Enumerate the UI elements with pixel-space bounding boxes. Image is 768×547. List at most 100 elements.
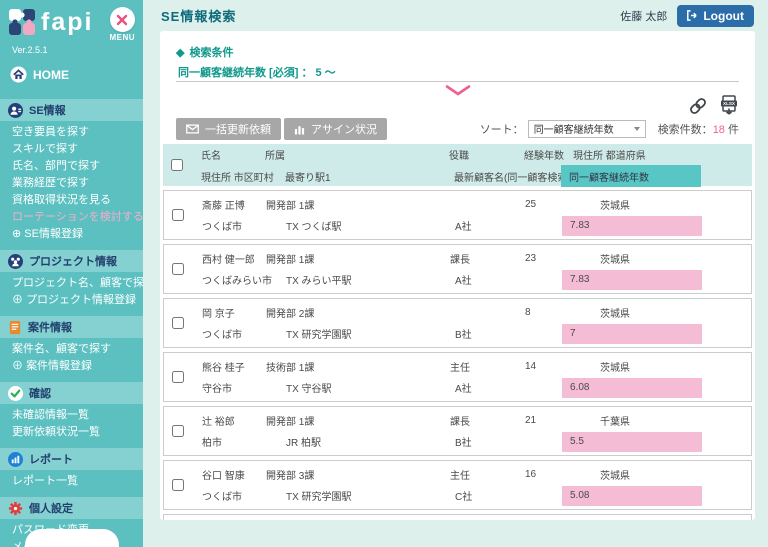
table-row[interactable]: 斎藤 正博開発部 1課25茨城県つくば市TX つくば駅A社7.83 xyxy=(163,190,752,240)
app-logo[interactable]: fapi xyxy=(8,7,93,37)
row-checkbox[interactable] xyxy=(172,425,184,437)
row-station: TX 研究学園駅 xyxy=(282,326,451,341)
select-all-checkbox[interactable] xyxy=(171,159,183,171)
row-cont-years: 5.5 xyxy=(562,432,702,452)
row-station: TX つくば駅 xyxy=(282,218,451,233)
sidebar-section-confirm[interactable]: 確認 xyxy=(0,382,143,404)
sidebar-item[interactable]: 業務経歴で探す xyxy=(0,175,143,192)
row-station: TX 研究学園駅 xyxy=(282,488,451,503)
row-cont-years: 7.83 xyxy=(562,270,702,290)
row-station: JR 柏駅 xyxy=(282,434,451,449)
row-role: 主任 xyxy=(446,359,521,374)
caret-down-icon xyxy=(634,127,640,131)
header-dept: 所属 xyxy=(261,147,445,162)
sidebar-item[interactable]: プロジェクト名、顧客で探す xyxy=(0,275,143,292)
sidebar-section-label: 案件情報 xyxy=(28,319,72,335)
table-row[interactable]: 岡 京子開発部 2課8茨城県つくば市TX 研究学園駅B社7 xyxy=(163,298,752,348)
row-city: 柏市 xyxy=(198,434,282,449)
row-dept: 開発部 1課 xyxy=(262,251,446,266)
sidebar-bottom-button[interactable] xyxy=(25,529,119,547)
sidebar-item[interactable]: 案件名、顧客で探す xyxy=(0,341,143,358)
bulk-update-label: 一括更新依頼 xyxy=(205,121,271,137)
logout-label: Logout xyxy=(703,9,744,23)
sidebar-item[interactable]: 更新依頼状況一覧 xyxy=(0,424,143,441)
sidebar-item[interactable]: スキルで探す xyxy=(0,141,143,158)
row-dept: 開発部 2課 xyxy=(262,305,446,320)
row-checkbox[interactable] xyxy=(172,479,184,491)
row-client: A社 xyxy=(451,218,562,233)
sidebar-item[interactable]: ⊕ SE情報登録 xyxy=(0,226,143,243)
sidebar-section-case-info[interactable]: 案件情報 xyxy=(0,316,143,338)
document-icon xyxy=(8,320,22,335)
sidebar-section-report[interactable]: レポート xyxy=(0,448,143,470)
row-dept: 技術部 1課 xyxy=(262,359,446,374)
result-count-label: 検索件数： xyxy=(658,124,713,136)
bulk-update-button[interactable]: 一括更新依頼 xyxy=(176,118,281,140)
row-checkbox[interactable] xyxy=(172,317,184,329)
sidebar-item[interactable]: ⊕ 案件情報登録 xyxy=(0,358,143,375)
content-panel: ◆ 検索条件 同一顧客継続年数 [必須] ： 5 ～ XLSX xyxy=(160,31,755,520)
sidebar-nav: SE情報空き要員を探すスキルで探す氏名、部門で探す業務経歴で探す資格取得状況を見… xyxy=(0,99,143,547)
row-client: C社 xyxy=(451,488,562,503)
result-count: 検索件数：18 件 xyxy=(658,121,739,137)
envelope-icon xyxy=(186,124,199,134)
page-title: SE情報検索 xyxy=(161,6,236,25)
sidebar-item-home[interactable]: HOME xyxy=(0,55,143,92)
expand-conditions-toggle[interactable] xyxy=(176,83,739,95)
sidebar-section-se-info[interactable]: SE情報 xyxy=(0,99,143,121)
menu-close-button[interactable]: MENU xyxy=(109,7,135,42)
row-checkbox[interactable] xyxy=(172,209,184,221)
row-checkbox[interactable] xyxy=(172,263,184,275)
sidebar-item[interactable]: 空き要員を探す xyxy=(0,124,143,141)
table-row[interactable]: 西村 健一郎開発部 1課課長23茨城県つくばみらい市TX みらい平駅A社7.83 xyxy=(163,244,752,294)
sidebar-section-project-info[interactable]: プロジェクト情報 xyxy=(0,250,143,272)
sidebar-section-label: SE情報 xyxy=(29,102,66,118)
logout-button[interactable]: Logout xyxy=(677,5,754,27)
toolbar: 一括更新依頼 アサイン状況 ソート： 同一顧客継続年数 検索件数：18 件 xyxy=(176,117,739,140)
table-row[interactable]: 熊谷 桂子技術部 1課主任14茨城県守谷市TX 守谷駅A社6.08 xyxy=(163,352,752,402)
chevron-down-icon xyxy=(445,85,471,96)
app-window: fapi MENU Ver.2.5.1 HOME SE情報空き要員を探すスキルで… xyxy=(0,0,768,547)
row-station: TX みらい平駅 xyxy=(282,272,451,287)
sidebar-section-label: レポート xyxy=(29,451,73,467)
home-label: HOME xyxy=(33,68,69,82)
row-station: TX 守谷駅 xyxy=(282,380,451,395)
bar-chart-icon xyxy=(294,123,305,135)
sidebar: fapi MENU Ver.2.5.1 HOME SE情報空き要員を探すスキルで… xyxy=(0,0,143,547)
table-row[interactable]: 島田 和貴技術部 1課20茨城県 xyxy=(163,514,752,520)
row-name: 谷口 智康 xyxy=(198,467,262,482)
logo-text: fapi xyxy=(41,7,93,37)
sidebar-item[interactable]: ローテーションを検討する xyxy=(0,209,143,226)
sidebar-header: fapi MENU xyxy=(0,0,143,42)
menu-label: MENU xyxy=(109,33,135,42)
sidebar-item[interactable]: 資格取得状況を見る xyxy=(0,192,143,209)
row-pref: 茨城県 xyxy=(596,305,751,320)
sidebar-item[interactable]: レポート一覧 xyxy=(0,473,143,490)
row-role: 課長 xyxy=(446,251,521,266)
row-dept: 開発部 3課 xyxy=(262,467,446,482)
sort-label: ソート： xyxy=(480,121,524,137)
xlsx-download-icon[interactable]: XLSX xyxy=(719,95,739,116)
people-group-icon xyxy=(8,254,23,269)
table-row[interactable]: 谷口 智康開発部 3課主任16茨城県つくば市TX 研究学園駅C社5.08 xyxy=(163,460,752,510)
table-row[interactable]: 辻 裕郎開発部 1課課長21千葉県柏市JR 柏駅B社5.5 xyxy=(163,406,752,456)
sort-selected-value: 同一顧客継続年数 xyxy=(534,121,614,136)
sidebar-item[interactable]: ⊕ プロジェクト情報登録 xyxy=(0,292,143,309)
row-cont-years: 7.83 xyxy=(562,216,702,236)
row-city: つくば市 xyxy=(198,326,282,341)
sidebar-item[interactable]: 未確認情報一覧 xyxy=(0,407,143,424)
sidebar-section-personal-settings[interactable]: 個人設定 xyxy=(0,497,143,519)
circle-plus-icon: ⊕ xyxy=(12,294,26,306)
row-client: B社 xyxy=(451,434,562,449)
topbar: SE情報検索 佐藤 太郎 Logout xyxy=(143,0,768,31)
header-client: 最新顧客名(同一顧客検索用) xyxy=(450,169,561,184)
check-icon xyxy=(8,386,23,401)
sidebar-item[interactable]: 氏名、部門で探す xyxy=(0,158,143,175)
row-checkbox[interactable] xyxy=(172,371,184,383)
link-icon[interactable] xyxy=(688,96,708,116)
home-icon xyxy=(10,66,27,83)
sort-select[interactable]: 同一顧客継続年数 xyxy=(528,120,646,138)
assign-status-button[interactable]: アサイン状況 xyxy=(284,118,387,140)
row-city: つくば市 xyxy=(198,488,282,503)
puzzle-logo-icon xyxy=(8,8,36,36)
